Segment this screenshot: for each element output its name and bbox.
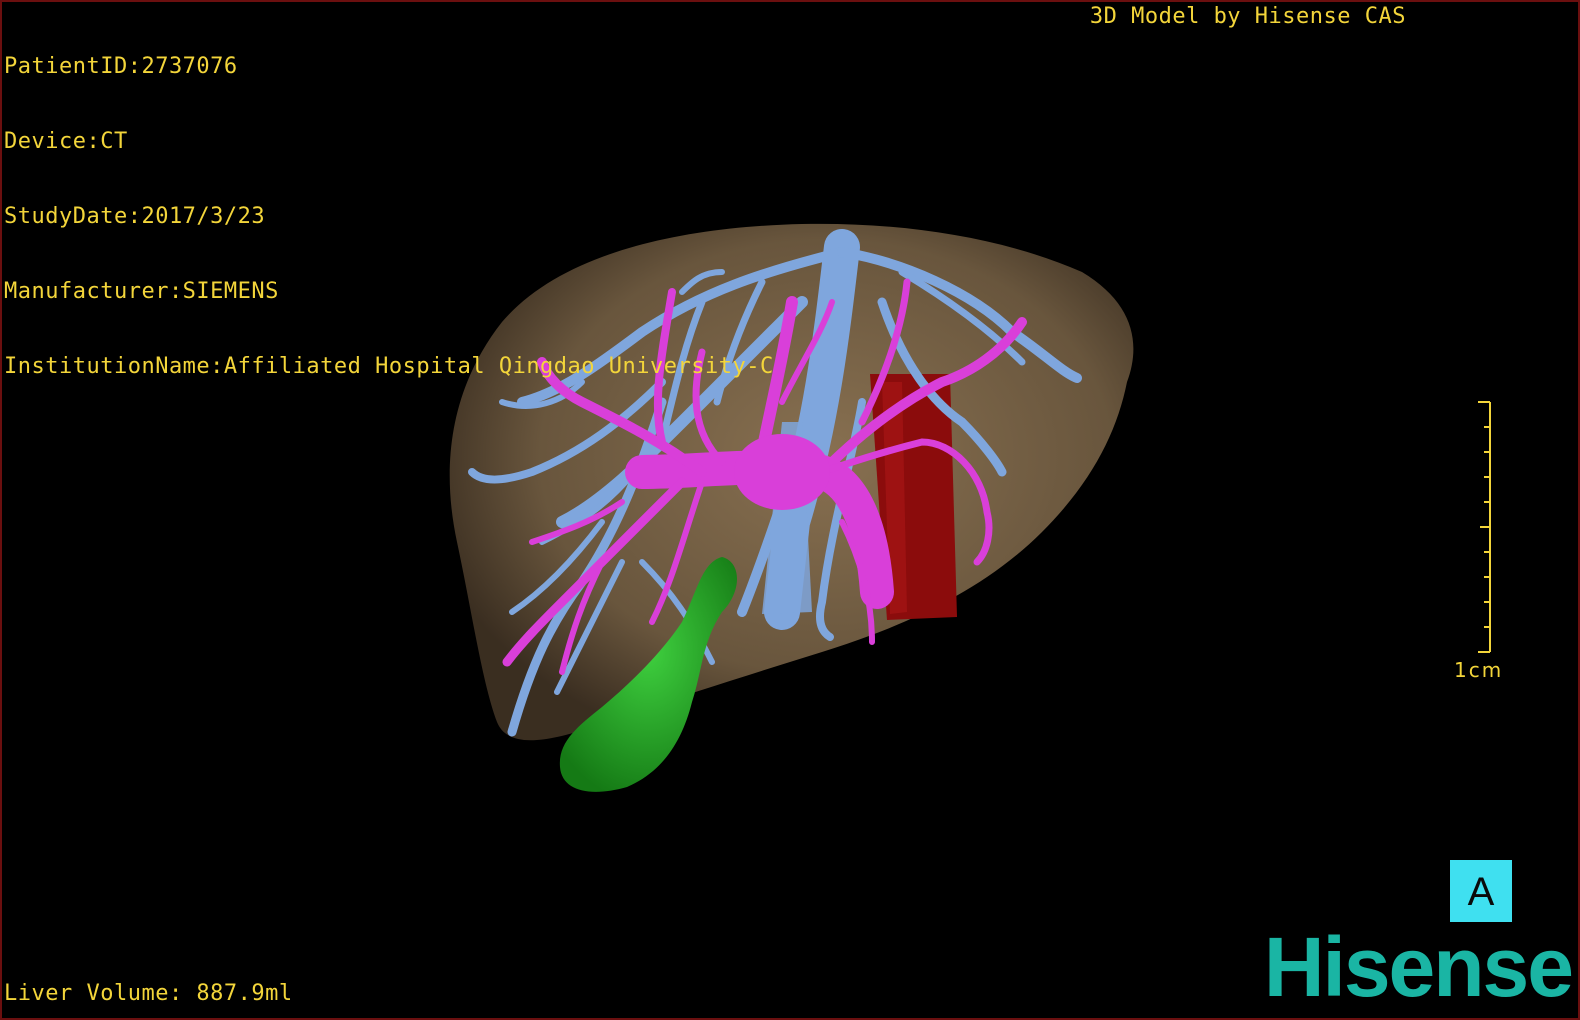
model-credit: 3D Model by Hisense CAS <box>1089 4 1406 29</box>
study-date: StudyDate:2017/3/23 <box>4 204 266 229</box>
institution-name: InstitutionName:Affiliated Hospital Qing… <box>4 354 774 379</box>
dicom-metadata-overlay: PatientID:2737076 Device:CT StudyDate:20… <box>4 4 774 429</box>
orientation-marker[interactable]: A <box>1450 860 1512 922</box>
hisense-logo: Hisense <box>1263 920 1574 1014</box>
liver-volume: Liver Volume: 887.9ml <box>4 981 293 1006</box>
3d-viewport[interactable]: PatientID:2737076 Device:CT StudyDate:20… <box>0 0 1580 1020</box>
patient-id: PatientID:2737076 <box>4 54 238 79</box>
manufacturer: Manufacturer:SIEMENS <box>4 279 279 304</box>
device: Device:CT <box>4 129 128 154</box>
scale-bar <box>1478 401 1491 653</box>
scale-bar-label: 1cm <box>1454 658 1504 682</box>
